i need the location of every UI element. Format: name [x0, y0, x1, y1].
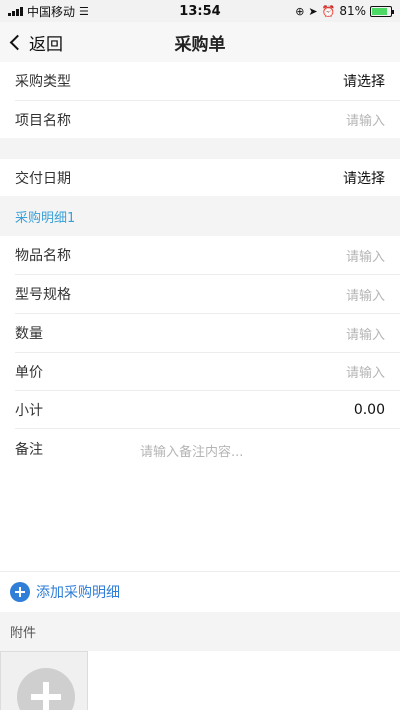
subtotal-row: 小计 0.00: [0, 391, 400, 428]
section-gap: [0, 138, 400, 159]
remark-field[interactable]: 备注 请输入备注内容...: [0, 429, 400, 571]
chevron-left-icon: [9, 34, 26, 50]
project-name-row[interactable]: 项目名称 请输入: [0, 101, 400, 138]
back-button[interactable]: 返回: [8, 22, 63, 62]
upload-attachment-button[interactable]: [0, 651, 88, 710]
purchase-type-row[interactable]: 采购类型 请选择: [0, 62, 400, 100]
project-name-label: 项目名称: [15, 112, 71, 129]
status-left: 中国移动 ☰: [8, 3, 89, 20]
quantity-label: 数量: [15, 326, 43, 342]
wifi-icon: ☰: [79, 4, 89, 18]
item-name-input[interactable]: 请输入: [346, 246, 385, 265]
purchase-type-select[interactable]: 请选择: [343, 71, 385, 91]
unit-price-row[interactable]: 单价 请输入: [0, 353, 400, 390]
add-detail-button[interactable]: 添加采购明细: [0, 572, 400, 612]
location-icon: ➤: [308, 4, 318, 18]
rotation-lock-icon: ⊕: [295, 4, 305, 18]
quantity-input[interactable]: 请输入: [346, 324, 385, 343]
detail-section-header: 采购明细1: [0, 196, 400, 236]
carrier-name: 中国移动: [27, 4, 76, 19]
remark-textarea[interactable]: 请输入备注内容...: [140, 441, 243, 460]
battery-icon: [370, 5, 394, 17]
delivery-date-label: 交付日期: [15, 170, 71, 187]
item-name-row[interactable]: 物品名称 请输入: [0, 236, 400, 274]
battery-percent: 81%: [339, 4, 366, 18]
add-icon: [17, 668, 75, 710]
model-spec-row[interactable]: 型号规格 请输入: [0, 275, 400, 313]
add-circle-icon: [10, 582, 30, 602]
model-spec-label: 型号规格: [15, 287, 71, 303]
nav-bar: 返回 采购单: [0, 22, 400, 62]
unit-price-input[interactable]: 请输入: [346, 362, 385, 381]
subtotal-label: 小计: [15, 402, 43, 419]
alarm-icon: ⏰: [321, 4, 336, 18]
quantity-row[interactable]: 数量 请输入: [0, 314, 400, 352]
purchase-type-label: 采购类型: [15, 74, 71, 90]
remark-label: 备注: [15, 442, 43, 458]
project-name-input[interactable]: 请输入: [346, 110, 385, 129]
page-title: 采购单: [174, 34, 226, 55]
delivery-date-select[interactable]: 请选择: [343, 168, 385, 188]
back-label: 返回: [29, 34, 63, 55]
item-name-label: 物品名称: [15, 248, 71, 264]
unit-price-label: 单价: [15, 364, 43, 381]
delivery-date-row[interactable]: 交付日期 请选择: [0, 159, 400, 196]
status-bar: 中国移动 ☰ 13:54 ⊕ ➤ ⏰ 81%: [0, 0, 400, 22]
status-right: ⊕ ➤ ⏰ 81%: [295, 4, 394, 18]
subtotal-value: 0.00: [353, 401, 385, 418]
attachment-header: 附件: [0, 612, 400, 651]
model-spec-input[interactable]: 请输入: [346, 285, 385, 304]
signal-icon: [8, 6, 23, 16]
add-detail-label: 添加采购明细: [36, 585, 120, 601]
